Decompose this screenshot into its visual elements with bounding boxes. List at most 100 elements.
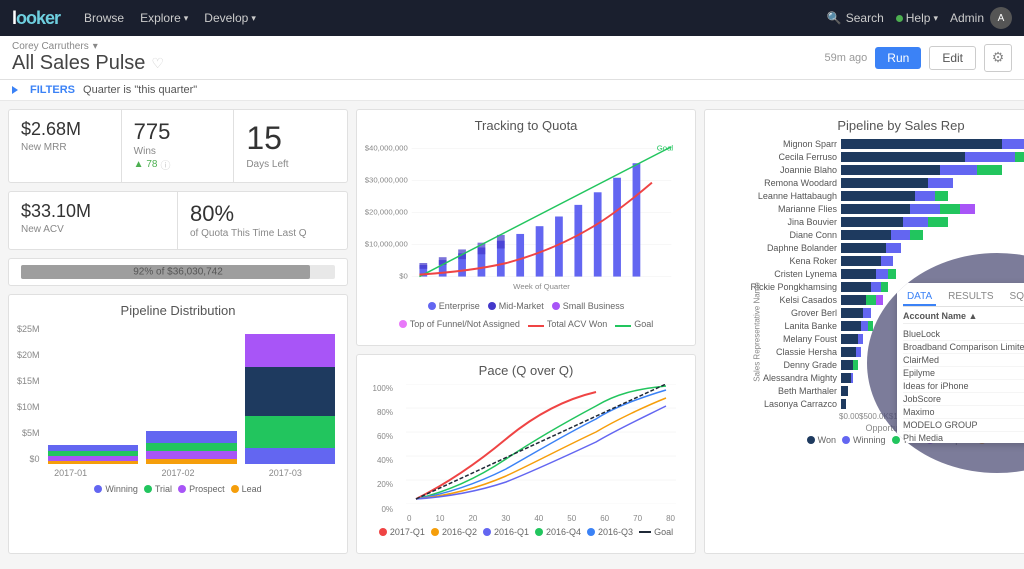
- rep-name: Cecila Ferruso: [727, 152, 837, 162]
- rep-bar-segment: [891, 230, 911, 240]
- pipeline-rep-title: Pipeline by Sales Rep: [713, 118, 1024, 133]
- info-icon: ⓘ: [160, 157, 170, 172]
- filter-value: Quarter is "this quarter": [83, 84, 197, 96]
- rep-name: Kelsi Casados: [727, 295, 837, 305]
- rep-bar-segment: [928, 217, 948, 227]
- legend-2016q3: 2016-Q3: [587, 527, 633, 537]
- bar-group-2017-02: [146, 334, 237, 464]
- rep-bar-segment: [910, 204, 940, 214]
- rep-bar-segment: [886, 243, 901, 253]
- popup-data-row[interactable]: ClairMed: [903, 354, 1024, 367]
- acv-label: New ACV: [21, 224, 165, 235]
- pipeline-x-labels: 2017-012017-022017-03: [17, 468, 339, 478]
- sub-nav: Corey Carruthers ▾ All Sales Pulse ♡ 59m…: [0, 36, 1024, 80]
- rep-name: Daphne Bolander: [727, 243, 837, 253]
- bar-group-2017-03: [245, 334, 336, 464]
- svg-text:Week of Quarter: Week of Quarter: [513, 282, 570, 291]
- popup-overlay: DATA RESULTS SQL Account Name ▲ ↕ BlueLo…: [827, 253, 1024, 473]
- quota-bar: 92% of $36,030,742: [21, 265, 335, 279]
- rep-bar-segments: [841, 243, 1024, 253]
- pipeline-y-axis: $25M$20M$15M$10M$5M$0: [17, 324, 44, 464]
- filters-toggle-icon[interactable]: [12, 86, 18, 94]
- nav-right: 🔍 Search Help ▾ Admin A: [827, 7, 1012, 29]
- bar-prospect: [245, 334, 336, 367]
- svg-text:$40,000,000: $40,000,000: [365, 144, 408, 153]
- rep-name: Joannie Blaho: [727, 165, 837, 175]
- legend-enterprise: Enterprise: [428, 301, 480, 311]
- rep-row: Cecila Ferruso: [727, 152, 1024, 162]
- pace-x-labels: 01020304050607080: [395, 514, 687, 523]
- popup-tab-data[interactable]: DATA: [903, 289, 936, 306]
- rep-name: Lanita Banke: [727, 321, 837, 331]
- days-label: Days Left: [246, 159, 335, 170]
- rep-row: Marianne Flies: [727, 204, 1024, 214]
- rep-row: Daphne Bolander: [727, 243, 1024, 253]
- popup-tab-sql[interactable]: SQL: [1006, 289, 1024, 306]
- nav-browse[interactable]: Browse: [84, 11, 124, 25]
- help-chevron: ▾: [933, 13, 938, 24]
- rep-bar-segment: [915, 191, 935, 201]
- popup-data-row[interactable]: Maximo: [903, 406, 1024, 419]
- admin-button[interactable]: Admin A: [950, 7, 1012, 29]
- svg-text:$10,000,000: $10,000,000: [365, 240, 408, 249]
- bar-trial: [146, 443, 237, 451]
- rep-row: Remona Woodard: [727, 178, 1024, 188]
- bar-winning: [146, 431, 237, 443]
- popup-data-row[interactable]: BlueLock: [903, 328, 1024, 341]
- help-button[interactable]: Help ▾: [896, 11, 938, 25]
- filters-bar: FILTERS Quarter is "this quarter": [0, 80, 1024, 101]
- wins-label: Wins: [134, 146, 222, 157]
- popup-circle: DATA RESULTS SQL Account Name ▲ ↕ BlueLo…: [867, 253, 1024, 473]
- tracking-legend: Enterprise Mid-Market Small Business Top…: [365, 301, 687, 329]
- settings-button[interactable]: ⚙: [984, 44, 1012, 72]
- popup-data-row[interactable]: Broadband Comparison Limited: [903, 341, 1024, 354]
- rep-bar-segment: [841, 165, 940, 175]
- nav-develop[interactable]: Develop ▾: [204, 11, 256, 25]
- acv-value: $33.10M: [21, 202, 165, 222]
- days-metric: 15 Days Left: [234, 110, 347, 182]
- popup-data-row[interactable]: Epilyme: [903, 367, 1024, 380]
- rep-name: Melany Foust: [727, 334, 837, 344]
- legend-2016q4: 2016-Q4: [535, 527, 581, 537]
- run-button[interactable]: Run: [875, 47, 921, 69]
- popup-data-row[interactable]: Phi Media: [903, 432, 1024, 443]
- rep-name: Denny Grade: [727, 360, 837, 370]
- popup-tab-results[interactable]: RESULTS: [944, 289, 997, 306]
- popup-window: DATA RESULTS SQL Account Name ▲ ↕ BlueLo…: [897, 283, 1024, 443]
- sub-nav-title-area: Corey Carruthers ▾ All Sales Pulse ♡: [12, 41, 164, 75]
- rep-bar-segments: [841, 165, 1024, 175]
- rep-name: Leanne Hattabaugh: [727, 191, 837, 201]
- rep-row: Jina Bouvier: [727, 217, 1024, 227]
- popup-data-row[interactable]: Ideas for iPhone: [903, 380, 1024, 393]
- chevron-down-icon: ▾: [93, 41, 98, 52]
- rep-row: Diane Conn: [727, 230, 1024, 240]
- nav-explore[interactable]: Explore ▾: [140, 11, 188, 25]
- rep-bar-segment: [910, 230, 922, 240]
- develop-chevron: ▾: [251, 13, 256, 24]
- quota-bar-label: 92% of $36,030,742: [133, 267, 223, 278]
- rep-bar-segment: [1002, 139, 1024, 149]
- rep-bar-segment: [841, 243, 886, 253]
- logo: looker: [12, 8, 60, 29]
- rep-name: Kena Roker: [727, 256, 837, 266]
- mrr-value: $2.68M: [21, 120, 109, 140]
- popup-data-row[interactable]: MODELO GROUP: [903, 419, 1024, 432]
- popup-data-row[interactable]: JobScore: [903, 393, 1024, 406]
- rep-name: Lasonya Carrazco: [727, 399, 837, 409]
- rep-bar-segment: [903, 217, 928, 227]
- legend-trial: Trial: [144, 484, 172, 494]
- rep-bar-segment: [841, 139, 1002, 149]
- legend-smallbiz: Small Business: [552, 301, 625, 311]
- rep-name: Diane Conn: [727, 230, 837, 240]
- rep-row: Leanne Hattabaugh: [727, 191, 1024, 201]
- legend-totalacv: Total ACV Won: [528, 319, 607, 329]
- acv-metric: $33.10M New ACV: [9, 192, 178, 249]
- rep-bar-segments: [841, 204, 1024, 214]
- popup-rows: BlueLockBroadband Comparison LimitedClai…: [903, 328, 1024, 443]
- legend-lead: Lead: [231, 484, 262, 494]
- middle-column: Tracking to Quota $40,000,000 $30,000,00…: [356, 109, 696, 554]
- edit-button[interactable]: Edit: [929, 46, 976, 70]
- search-button[interactable]: 🔍 Search: [827, 11, 884, 25]
- favorite-icon[interactable]: ♡: [151, 55, 164, 72]
- rep-name: Mignon Sparr: [727, 139, 837, 149]
